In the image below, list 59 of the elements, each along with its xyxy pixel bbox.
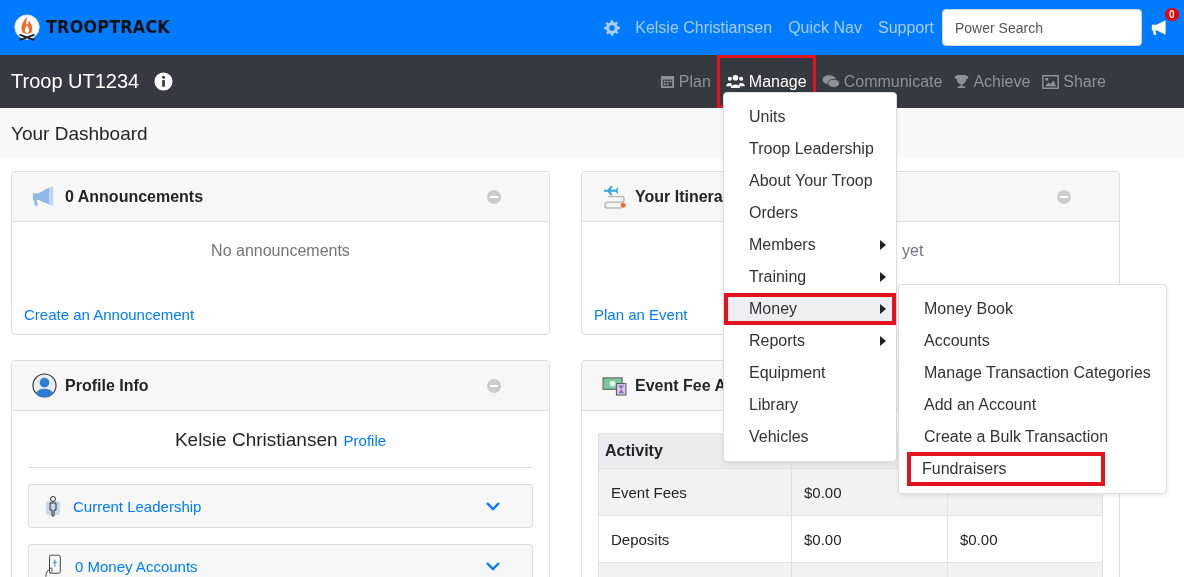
- chevron-down-icon: [486, 501, 500, 511]
- person-icon: [45, 495, 61, 517]
- menu-item[interactable]: Add an Account: [899, 389, 1166, 421]
- menu-item[interactable]: Library: [724, 389, 896, 421]
- card-title: Profile Info: [65, 376, 149, 395]
- menu-item[interactable]: Money Book: [899, 293, 1166, 325]
- settings-icon[interactable]: [604, 19, 621, 36]
- accordion-header[interactable]: 0 Money Accounts: [28, 544, 533, 577]
- image-icon: [1042, 74, 1060, 89]
- menu-item[interactable]: Manage Transaction Categories: [899, 357, 1166, 389]
- trophy-icon: [954, 74, 970, 89]
- collapse-icon[interactable]: [487, 378, 501, 393]
- empty-message: No announcements: [210, 242, 351, 260]
- calendar-icon: [659, 74, 675, 89]
- chat-icon: [821, 74, 840, 89]
- empty-message: yet: [902, 242, 924, 260]
- brand-name[interactable]: TROOPTRACK: [46, 17, 170, 38]
- profile-link[interactable]: Profile: [343, 432, 387, 449]
- menu-item[interactable]: Orders: [724, 197, 896, 229]
- create-announcement-link[interactable]: Create an Announcement: [24, 306, 195, 323]
- caret-icon: [880, 240, 886, 250]
- menu-item[interactable]: Create a Bulk Transaction: [899, 421, 1166, 453]
- nav-tab[interactable]: Achieve: [948, 55, 1037, 108]
- campfire-logo-icon: [12, 12, 42, 43]
- table-cell: Deposits: [598, 515, 792, 563]
- table-cell: $0.00: [791, 515, 948, 563]
- card-title: 0 Announcements: [65, 187, 204, 206]
- money-drawing: [602, 375, 627, 396]
- menu-item[interactable]: About Your Troop: [724, 165, 896, 197]
- nav-tab[interactable]: Plan: [653, 55, 717, 108]
- nav-tab[interactable]: Share: [1036, 55, 1112, 108]
- phone-money-icon: [45, 554, 63, 577]
- plane-route-icon: [602, 184, 627, 209]
- users-icon: [725, 74, 745, 89]
- menu-item[interactable]: Reports: [724, 325, 896, 357]
- page-title: Your Dashboard: [11, 122, 148, 145]
- menu-item[interactable]: Money: [724, 293, 896, 325]
- caret-icon: [880, 304, 886, 314]
- menu-item[interactable]: Members: [724, 229, 896, 261]
- member-name: Kelsie Christiansen: [174, 429, 338, 450]
- plan-event-link[interactable]: Plan an Event: [594, 306, 688, 323]
- menu-item[interactable]: Troop Leadership: [724, 133, 896, 165]
- menu-item[interactable]: Equipment: [724, 357, 896, 389]
- card-title: Your Itinera: [635, 187, 723, 206]
- table-cell: Event Fees: [598, 468, 792, 516]
- caret-icon: [880, 336, 886, 346]
- info-icon[interactable]: [154, 72, 174, 91]
- menu-item[interactable]: Accounts: [899, 325, 1166, 357]
- search-field[interactable]: Power Search: [942, 9, 1142, 46]
- user-avatar-icon: [32, 373, 57, 398]
- table-cell: $0.00: [947, 515, 1103, 563]
- menu-item[interactable]: Training: [724, 261, 896, 293]
- accordion-header[interactable]: Current Leadership: [28, 484, 533, 528]
- unit-title: Troop UT1234: [11, 70, 140, 93]
- collapse-icon[interactable]: [1057, 189, 1071, 204]
- caret-icon: [880, 272, 886, 282]
- chevron-down-icon: [486, 561, 500, 571]
- collapse-icon[interactable]: [487, 189, 501, 204]
- notification-badge: 0: [1165, 8, 1179, 21]
